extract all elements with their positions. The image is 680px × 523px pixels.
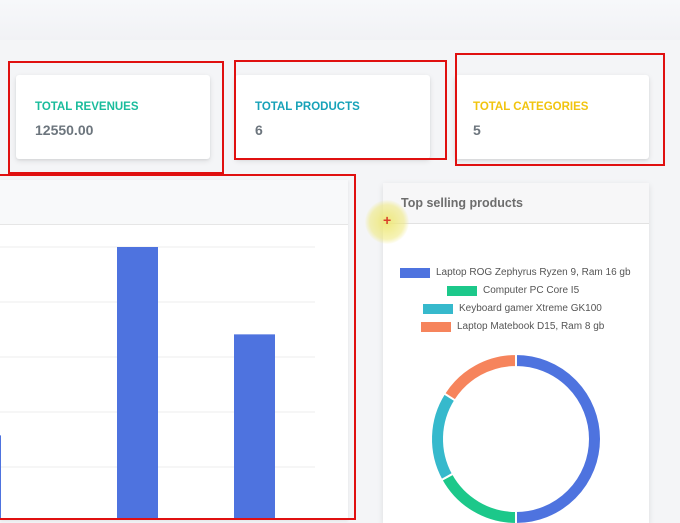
top-bar — [0, 0, 680, 40]
donut-slice[interactable] — [440, 472, 517, 523]
highlight-box-products — [234, 60, 447, 160]
cursor-crosshair-icon: + — [383, 212, 392, 228]
highlight-box-chart — [0, 174, 356, 520]
donut-slice[interactable] — [442, 352, 517, 402]
donut-chart — [430, 352, 602, 523]
donut-slice[interactable] — [515, 352, 602, 523]
highlight-box-revenues — [8, 61, 224, 174]
highlight-box-categories — [455, 53, 665, 166]
donut-slice[interactable] — [430, 392, 457, 482]
top-selling-products-card: Top selling products Laptop ROG Zephyrus… — [383, 183, 649, 523]
